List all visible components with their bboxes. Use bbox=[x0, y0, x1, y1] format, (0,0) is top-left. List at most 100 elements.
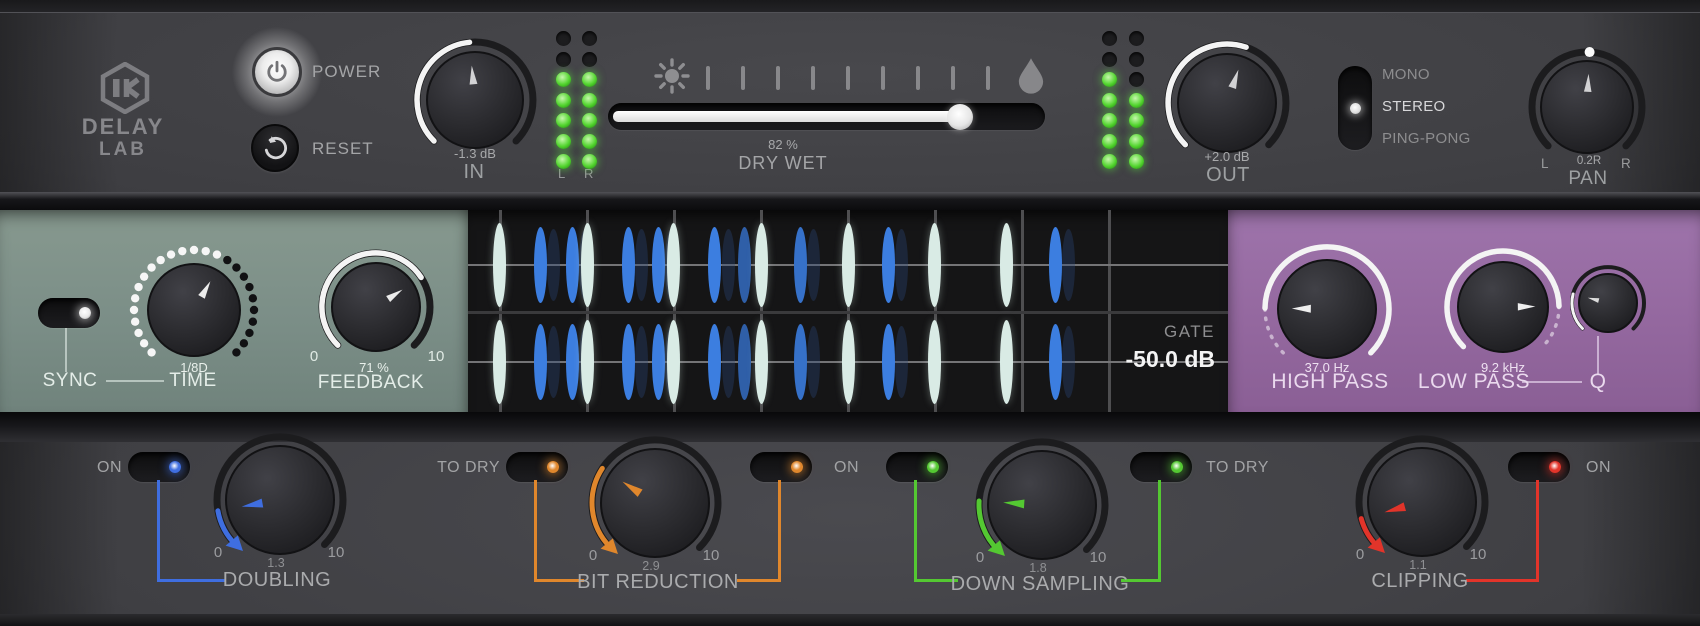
meter-out-l-led bbox=[1102, 134, 1117, 149]
time-knob-knob[interactable] bbox=[148, 264, 240, 356]
dry-wet-tick bbox=[916, 66, 920, 90]
delay-lab-plugin: { "header": { "brand": {"line1": "DELAY"… bbox=[0, 0, 1700, 626]
clipping-on-toggle[interactable] bbox=[1508, 452, 1570, 482]
bit-reduction-knob[interactable] bbox=[601, 449, 709, 557]
delay-pulse bbox=[842, 223, 855, 307]
delay-pulse bbox=[493, 223, 506, 307]
down-sampling-to-dry-dot bbox=[1171, 461, 1183, 473]
dry-wet-handle[interactable] bbox=[947, 104, 973, 130]
delay-pulse-ghost bbox=[547, 326, 560, 398]
reset-button[interactable] bbox=[251, 124, 299, 172]
clipping-connector-v bbox=[1536, 480, 1539, 579]
out-knob-knob[interactable] bbox=[1178, 54, 1276, 152]
meter-in-r-led bbox=[582, 31, 597, 46]
down-sampling-min-label: 0 bbox=[960, 549, 1000, 566]
delay-pulse bbox=[755, 320, 768, 404]
brand-line2: LAB bbox=[73, 139, 173, 161]
down-sampling-on-toggle[interactable] bbox=[886, 452, 948, 482]
delay-pulse bbox=[652, 324, 665, 400]
delay-pulse bbox=[566, 227, 579, 303]
delay-pulse bbox=[566, 324, 579, 400]
meter-in-r-led bbox=[582, 93, 597, 108]
doubling-on-toggle[interactable] bbox=[128, 452, 190, 482]
delay-pulse bbox=[928, 223, 941, 307]
power-button[interactable] bbox=[252, 47, 302, 97]
delay-visualization bbox=[468, 210, 1228, 412]
dry-icon bbox=[654, 58, 690, 94]
meter-out-l-led bbox=[1102, 113, 1117, 128]
feedback-knob-max-label: 10 bbox=[416, 348, 456, 365]
down-sampling-knob[interactable] bbox=[988, 451, 1096, 559]
bit-reduction-to-dry-label: TO DRY bbox=[408, 459, 500, 477]
dry-wet-tick bbox=[811, 66, 815, 90]
dry-wet-tick bbox=[741, 66, 745, 90]
delay-pulse bbox=[493, 320, 506, 404]
dry-wet-label: DRY WET bbox=[693, 153, 873, 174]
bit-reduction-label: BIT REDUCTION bbox=[548, 571, 768, 594]
delay-pulse bbox=[755, 223, 768, 307]
doubling-on-label: ON bbox=[78, 459, 122, 477]
dry-wet-value: 82 % bbox=[733, 137, 833, 152]
delay-pulse bbox=[667, 223, 680, 307]
feedback-knob-min-label: 0 bbox=[294, 348, 334, 365]
meter-out-l-led bbox=[1102, 154, 1117, 169]
meter-in-l-led bbox=[556, 93, 571, 108]
feedback-knob-knob[interactable] bbox=[332, 263, 420, 351]
pan-knob-knob[interactable] bbox=[1541, 61, 1633, 153]
q-knob-label: Q bbox=[1488, 370, 1700, 394]
down-sampling-max-label: 10 bbox=[1078, 549, 1118, 566]
meter-in-r-led bbox=[582, 113, 597, 128]
delay-pulse bbox=[794, 227, 807, 303]
delay-pulse bbox=[708, 324, 721, 400]
clipping-toggle-dot bbox=[1549, 461, 1561, 473]
feedback-knob-label: FEEDBACK bbox=[261, 372, 481, 394]
meter-in-r-led bbox=[582, 134, 597, 149]
delay-pulse bbox=[738, 324, 751, 400]
q-knob-knob[interactable] bbox=[1579, 274, 1637, 332]
doubling-knob[interactable] bbox=[226, 446, 334, 554]
gate-label: GATE bbox=[1040, 322, 1215, 342]
pan-knob-value: 0.2R bbox=[1499, 155, 1679, 167]
clipping-knob[interactable] bbox=[1368, 448, 1476, 556]
bit-connector-lv bbox=[534, 480, 537, 579]
bit-reduction-min-label: 0 bbox=[573, 547, 613, 564]
mode-option-ping-pong[interactable]: PING-PONG bbox=[1382, 130, 1471, 147]
meter-out-r-led bbox=[1129, 113, 1144, 128]
power-icon bbox=[264, 59, 290, 85]
doubling-toggle-dot bbox=[169, 461, 181, 473]
delay-pulse bbox=[652, 227, 665, 303]
delay-pulse bbox=[708, 227, 721, 303]
meter-out-r-led bbox=[1129, 93, 1144, 108]
delay-pulse bbox=[534, 227, 547, 303]
clipping-label: CLIPPING bbox=[1310, 570, 1530, 593]
mode-option-stereo[interactable]: STEREO bbox=[1382, 98, 1445, 115]
sync-connector bbox=[65, 328, 67, 372]
bit-connector-rv bbox=[778, 480, 781, 579]
top-edge-strip bbox=[0, 0, 1700, 13]
in-knob-knob[interactable] bbox=[427, 52, 523, 148]
dry-wet-tick bbox=[951, 66, 955, 90]
bit-reduction-to-dry-dot bbox=[547, 461, 559, 473]
clipping-min-label: 0 bbox=[1340, 546, 1380, 563]
bit-reduction-on-toggle[interactable] bbox=[750, 452, 812, 482]
delay-pulse-ghost bbox=[807, 326, 820, 398]
doubling-connector-v bbox=[157, 480, 160, 579]
meter-out-r-led bbox=[1129, 72, 1144, 87]
dry-wet-tick bbox=[986, 66, 990, 90]
mode-option-mono[interactable]: MONO bbox=[1382, 66, 1430, 83]
down-connector-rv bbox=[1158, 480, 1161, 579]
down-sampling-to-dry-toggle[interactable] bbox=[1130, 452, 1192, 482]
meter-in-l-led bbox=[556, 31, 571, 46]
q-connector bbox=[1597, 336, 1599, 374]
wet-icon bbox=[1017, 56, 1045, 94]
delay-pulse bbox=[667, 320, 680, 404]
high-pass-knob-knob[interactable] bbox=[1278, 260, 1376, 358]
delay-pulse bbox=[622, 324, 635, 400]
bit-reduction-to-dry-toggle[interactable] bbox=[506, 452, 568, 482]
delay-pulse-ghost bbox=[547, 229, 560, 301]
low-pass-knob-knob[interactable] bbox=[1458, 262, 1548, 352]
doubling-label: DOUBLING bbox=[167, 569, 387, 592]
sync-toggle[interactable] bbox=[38, 298, 100, 328]
reset-label: RESET bbox=[312, 139, 374, 159]
meter-in-l-led bbox=[556, 154, 571, 169]
